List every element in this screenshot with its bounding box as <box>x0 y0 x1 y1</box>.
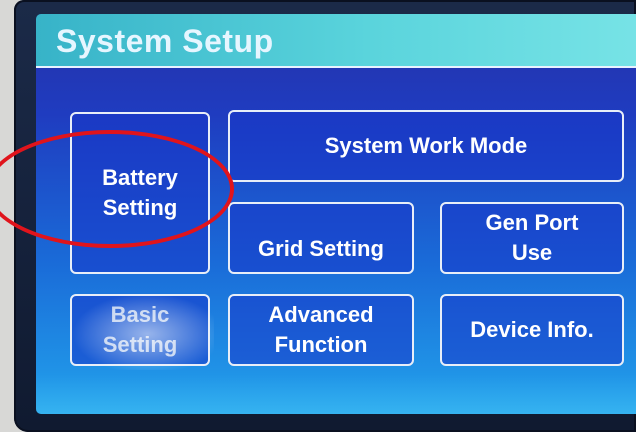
advanced-function-label: Advanced Function <box>268 302 374 357</box>
battery-setting-label: Battery Setting <box>102 165 178 220</box>
grid-setting-label: Grid Setting <box>258 236 384 262</box>
device-info-button[interactable]: Device Info. <box>440 294 624 366</box>
title-bar: System Setup <box>36 14 636 68</box>
screen-glow <box>36 374 636 414</box>
device-info-label: Device Info. <box>470 317 594 343</box>
device-bezel: System Setup Battery Setting System Work… <box>14 0 636 432</box>
basic-setting-label: Basic Setting <box>102 302 178 357</box>
gen-port-use-button[interactable]: Gen Port Use <box>440 202 624 274</box>
grid-setting-button[interactable]: Grid Setting <box>228 202 414 274</box>
system-work-mode-label: System Work Mode <box>324 133 528 159</box>
advanced-function-button[interactable]: Advanced Function <box>228 294 414 366</box>
lcd-screen: System Setup Battery Setting System Work… <box>36 14 636 414</box>
system-work-mode-button[interactable]: System Work Mode <box>228 110 624 182</box>
page-title: System Setup <box>56 23 274 59</box>
gen-port-use-label: Gen Port Use <box>485 210 579 265</box>
battery-setting-button[interactable]: Battery Setting <box>70 112 210 274</box>
basic-setting-button[interactable]: Basic Setting <box>66 290 214 370</box>
